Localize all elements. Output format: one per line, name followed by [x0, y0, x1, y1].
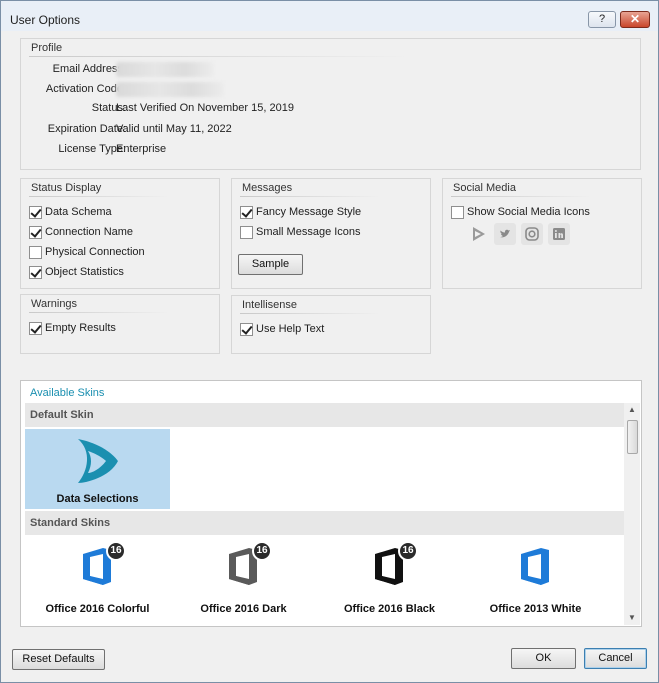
checkbox-box[interactable] — [29, 205, 42, 219]
checkbox-label: Small Message Icons — [256, 226, 361, 238]
skin-office-2016-colorful[interactable]: 16 Office 2016 Colorful — [25, 539, 170, 619]
status-display-title: Status Display — [31, 182, 102, 194]
expiration-value: Valid until May 11, 2022 — [116, 123, 232, 135]
skin-office-2013-white[interactable]: Office 2013 White — [463, 539, 608, 619]
cancel-button[interactable]: Cancel — [584, 648, 647, 669]
skins-scrollbar[interactable]: ▲ ▼ — [624, 403, 640, 625]
checkbox-label: Physical Connection — [45, 246, 145, 258]
skin-office-2016-black[interactable]: 16 Office 2016 Black — [317, 539, 462, 619]
checkbox-box[interactable] — [29, 225, 42, 239]
activation-label: Activation Code: — [45, 83, 126, 95]
sample-button[interactable]: Sample — [238, 254, 303, 275]
checkbox-box[interactable] — [240, 322, 253, 336]
default-skin-header: Default Skin — [25, 403, 624, 427]
checkbox-label: Use Help Text — [256, 323, 325, 335]
checkbox-label: Fancy Message Style — [256, 206, 362, 218]
checkbox-use-help-text[interactable]: Use Help Text — [240, 321, 324, 337]
checkbox-box[interactable] — [240, 205, 253, 219]
instagram-icon — [521, 223, 543, 245]
reset-defaults-button[interactable]: Reset Defaults — [12, 649, 105, 670]
status-value: Last Verified On November 15, 2019 — [116, 102, 294, 114]
warnings-title: Warnings — [31, 298, 78, 310]
checkbox-data-schema[interactable]: Data Schema — [29, 204, 112, 220]
activation-value-redacted — [116, 82, 224, 97]
linkedin-icon — [548, 223, 570, 245]
social-media-title: Social Media — [453, 182, 516, 194]
twitter-icon — [494, 223, 516, 245]
version-badge: 16 — [398, 541, 418, 561]
skin-label: Data Selections — [56, 493, 139, 505]
checkbox-connection-name[interactable]: Connection Name — [29, 224, 133, 240]
skin-label: Office 2013 White — [489, 603, 582, 615]
office-logo-icon — [521, 548, 549, 585]
checkbox-empty-results[interactable]: Empty Results — [29, 320, 116, 336]
data-selections-logo-icon — [78, 439, 118, 483]
license-value: Enterprise — [116, 143, 167, 155]
email-label: Email Address: — [52, 63, 126, 75]
standard-skins-header: Standard Skins — [25, 511, 624, 535]
email-value-redacted — [116, 62, 214, 77]
checkbox-small-message-icons[interactable]: Small Message Icons — [240, 224, 361, 240]
checkbox-box[interactable] — [240, 225, 253, 239]
messages-title: Messages — [242, 182, 293, 194]
profile-title: Profile — [31, 42, 63, 54]
show-social-icons-checkbox[interactable]: Show Social Media Icons — [451, 204, 590, 220]
help-icon: ? — [598, 13, 606, 25]
title-bar[interactable]: User Options ? ✕ — [1, 1, 658, 31]
available-skins-panel: Available Skins Default Skin Data Select… — [20, 380, 642, 627]
scroll-down-icon[interactable]: ▼ — [624, 611, 640, 625]
help-button[interactable]: ? — [588, 11, 616, 28]
checkbox-fancy-message-style[interactable]: Fancy Message Style — [240, 204, 361, 220]
skin-office-2016-dark[interactable]: 16 Office 2016 Dark — [171, 539, 316, 619]
checkbox-box[interactable] — [451, 205, 464, 219]
checkbox-box[interactable] — [29, 265, 42, 279]
version-badge: 16 — [106, 541, 126, 561]
checkbox-label: Data Schema — [45, 206, 112, 218]
ok-button[interactable]: OK — [511, 648, 576, 669]
skin-data-selections[interactable]: Data Selections — [25, 429, 170, 509]
window-title: User Options — [10, 13, 81, 27]
expiration-label: Expiration Date: — [47, 123, 126, 135]
close-button[interactable]: ✕ — [620, 11, 650, 28]
scroll-up-icon[interactable]: ▲ — [624, 403, 640, 417]
skin-label: Office 2016 Dark — [200, 603, 287, 615]
scroll-thumb[interactable] — [627, 420, 638, 454]
checkbox-label: Show Social Media Icons — [467, 206, 590, 218]
close-icon: ✕ — [629, 12, 641, 26]
data-selections-icon — [468, 223, 490, 245]
checkbox-label: Object Statistics — [45, 266, 124, 278]
intellisense-title: Intellisense — [242, 299, 298, 311]
version-badge: 16 — [252, 541, 272, 561]
checkbox-box[interactable] — [29, 321, 42, 335]
checkbox-box[interactable] — [29, 245, 42, 259]
checkbox-label: Connection Name — [45, 226, 134, 238]
skin-label: Office 2016 Colorful — [45, 603, 150, 615]
checkbox-object-statistics[interactable]: Object Statistics — [29, 264, 124, 280]
available-skins-title: Available Skins — [30, 387, 105, 399]
skin-label: Office 2016 Black — [343, 603, 436, 615]
checkbox-label: Empty Results — [45, 322, 116, 334]
user-options-window: User Options ? ✕ Profile Email Address: … — [0, 0, 659, 683]
checkbox-physical-connection[interactable]: Physical Connection — [29, 244, 145, 260]
